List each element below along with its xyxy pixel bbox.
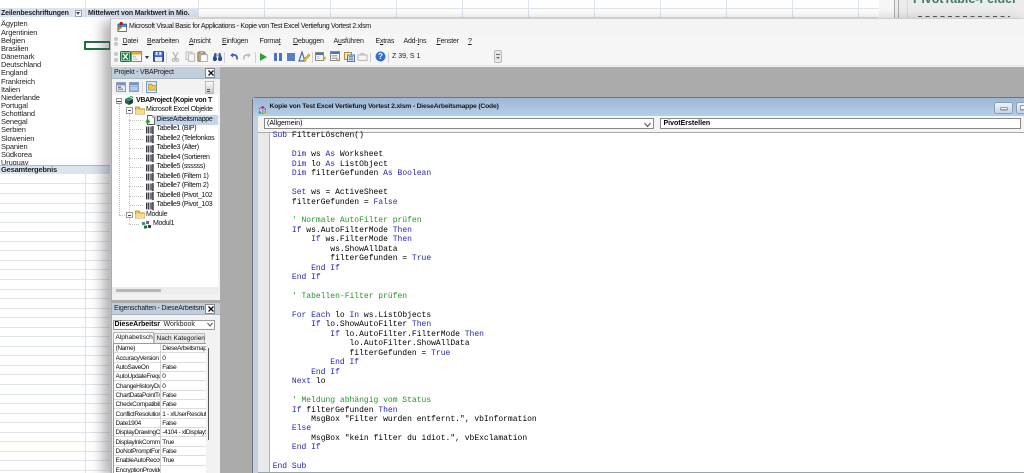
- svg-text:?: ?: [378, 52, 383, 61]
